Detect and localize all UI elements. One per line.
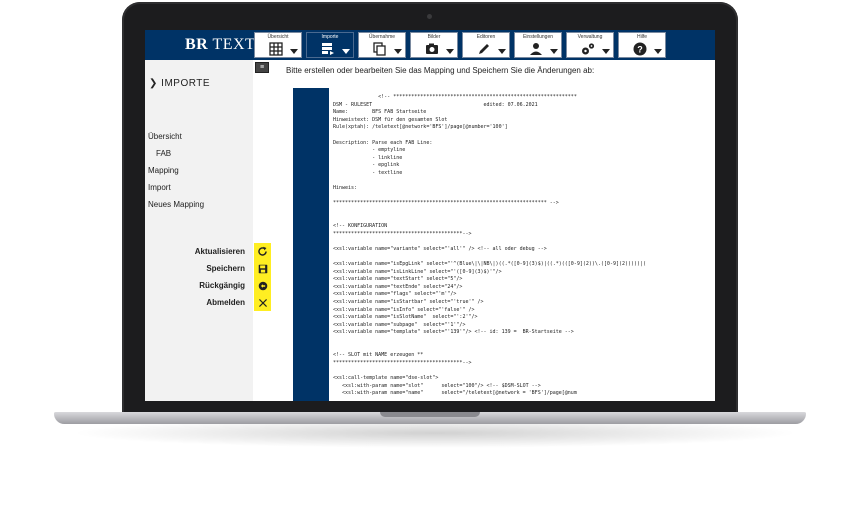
sidebar-title: ❯ IMPORTE [149, 78, 210, 89]
pencil-icon [477, 42, 491, 56]
line-text: <xsl:variable name="flags" select="'m'"/… [333, 291, 457, 298]
line-text: - emptyline [333, 147, 406, 154]
line-text: <xsl:with-param name="name" select="/tel… [333, 390, 577, 397]
logo-suffix: TEXT [212, 36, 256, 53]
line-text: <!-- KONFIGURATION [333, 223, 388, 230]
instruction-text: Bitte erstellen oder bearbeiten Sie das … [286, 66, 595, 75]
user-icon [529, 42, 543, 56]
menu-item-label: Übersicht [267, 34, 289, 40]
undo-icon[interactable] [254, 277, 271, 294]
line-text: <xsl:variable name="variante" select="'a… [333, 245, 547, 252]
line-text: <xsl:variable name="isSlotName" select="… [333, 314, 478, 321]
laptop-notch [380, 412, 480, 417]
menu-item-6[interactable]: Verwaltung [566, 32, 614, 58]
line-text: <!-- SLOT mit NAME erzeugen ** [333, 352, 424, 359]
action-label[interactable]: Aktualisieren [195, 247, 245, 256]
sidebar-nav: Übersicht FAB Mapping Import Neues Mapping [148, 128, 204, 213]
top-navigation-bar: BR TEXT Übersicht Importe Übernahme Bilder E… [145, 30, 715, 60]
menu-item-label: Übernahme [368, 34, 396, 40]
caret-down-icon [654, 49, 662, 54]
line-text: <!-- ***********************************… [333, 94, 577, 100]
caret-down-icon [290, 49, 298, 54]
line-text: Description: Parse each FAB Line: [333, 139, 433, 146]
menu-item-label: Bilder [427, 34, 441, 40]
menu-item-0[interactable]: Übersicht [254, 32, 302, 58]
gears-icon [581, 42, 595, 56]
menu-item-label: Editoren [476, 34, 496, 40]
sidebar-toggle-button[interactable]: ≡ [255, 62, 269, 73]
sidebar-nav-item[interactable]: FAB [148, 145, 204, 162]
caret-down-icon [602, 49, 610, 54]
caret-down-icon [498, 49, 506, 54]
line-text: <xsl:variable name="isStartbar" select="… [333, 299, 484, 306]
line-text: <xsl:with-param name="slot" select="100"… [333, 382, 541, 389]
save-icon[interactable] [254, 260, 271, 277]
line-text: <xsl:call-template name="dse-slot"> [333, 374, 439, 381]
line-text: - textline [333, 169, 403, 176]
code-editor[interactable]: 0001 <!-- ******************************… [293, 88, 715, 401]
line-text: DSM - RULESET edited: 07.06.2021 [333, 101, 538, 108]
logo-prefix: BR [185, 36, 209, 53]
sidebar-nav-item[interactable]: Mapping [148, 162, 204, 179]
action-label[interactable]: Speichern [206, 264, 245, 273]
action-label[interactable]: Rückgängig [199, 281, 245, 290]
menu-item-label: Importe [321, 34, 339, 40]
line-text: <xsl:variable name="isLinkLine" select="… [333, 268, 502, 275]
main-menu: Übersicht Importe Übernahme Bilder Editoren E… [254, 32, 666, 58]
line-text: - epglink [333, 162, 400, 169]
code-area[interactable]: 0001 <!-- ******************************… [329, 88, 715, 401]
line-text: Name: BFS FAB Startseite [333, 109, 427, 116]
menu-item-label: Hilfe [636, 34, 647, 40]
menu-item-3[interactable]: Bilder [410, 32, 458, 58]
copy-icon [373, 42, 387, 56]
app-screen: BR TEXT Übersicht Importe Übernahme Bilder E… [145, 30, 715, 401]
menu-item-5[interactable]: Einstellungen [514, 32, 562, 58]
line-text: ****************************************… [333, 230, 472, 237]
menu-item-2[interactable]: Übernahme [358, 32, 406, 58]
line-text: ****************************************… [333, 359, 472, 366]
caret-down-icon [394, 49, 402, 54]
app-logo[interactable]: BR TEXT [185, 36, 255, 54]
line-text: <xsl:variable name="isInfo" select="'fal… [333, 306, 475, 313]
menu-item-1[interactable]: Importe [306, 32, 354, 58]
camera-icon [425, 42, 439, 56]
menu-item-label: Verwaltung [577, 34, 603, 40]
sidebar-title-text: IMPORTE [161, 78, 211, 89]
refresh-icon[interactable] [254, 243, 271, 260]
svg-text:?: ? [637, 45, 643, 55]
line-text: <xsl:variable name="template" select="'1… [333, 329, 574, 336]
action-row[interactable]: Rückgängig [145, 277, 271, 294]
help-icon: ? [633, 42, 647, 56]
line-text: <xsl:variable name="textEnde" select="24… [333, 283, 463, 290]
sidebar-nav-item[interactable]: Übersicht [148, 128, 204, 145]
import-icon [321, 42, 335, 56]
line-text: <xsl:variable name="isEpgLink" select="'… [333, 261, 647, 268]
close-icon[interactable] [254, 294, 271, 311]
chevron-right-icon: ❯ [149, 78, 158, 89]
line-text: Hinweis: [333, 185, 358, 192]
action-row[interactable]: Speichern [145, 260, 271, 277]
caret-down-icon [446, 49, 454, 54]
menu-item-4[interactable]: Editoren [462, 32, 510, 58]
caret-down-icon [342, 49, 350, 54]
action-row[interactable]: Abmelden [145, 294, 271, 311]
action-row[interactable]: Aktualisieren [145, 243, 271, 260]
line-text: <xsl:variable name="textStart" select="5… [333, 276, 463, 283]
sidebar-nav-item[interactable]: Import [148, 179, 204, 196]
line-text: <xsl:variable name="subpage" select="'1'… [333, 321, 466, 328]
sidebar: ❯ IMPORTE Übersicht FAB Mapping Import Neues… [145, 60, 271, 401]
webcam [427, 14, 432, 19]
line-text: - linkline [333, 154, 403, 161]
menu-item-7[interactable]: Hilfe? [618, 32, 666, 58]
action-list: Aktualisieren Speichern Rückgängig Abmelden [145, 243, 271, 311]
menu-item-label: Einstellungen [522, 34, 554, 40]
line-text: ****************************************… [333, 200, 559, 207]
line-text: Rule(xptah): /teletext[@network='BFS']/p… [333, 124, 508, 131]
line-text: Hinweistext: DSM für den gesamten Slot [333, 116, 448, 123]
action-label[interactable]: Abmelden [206, 298, 245, 307]
sidebar-nav-item[interactable]: Neues Mapping [148, 196, 204, 213]
grid-icon [269, 42, 283, 56]
caret-down-icon [550, 49, 558, 54]
